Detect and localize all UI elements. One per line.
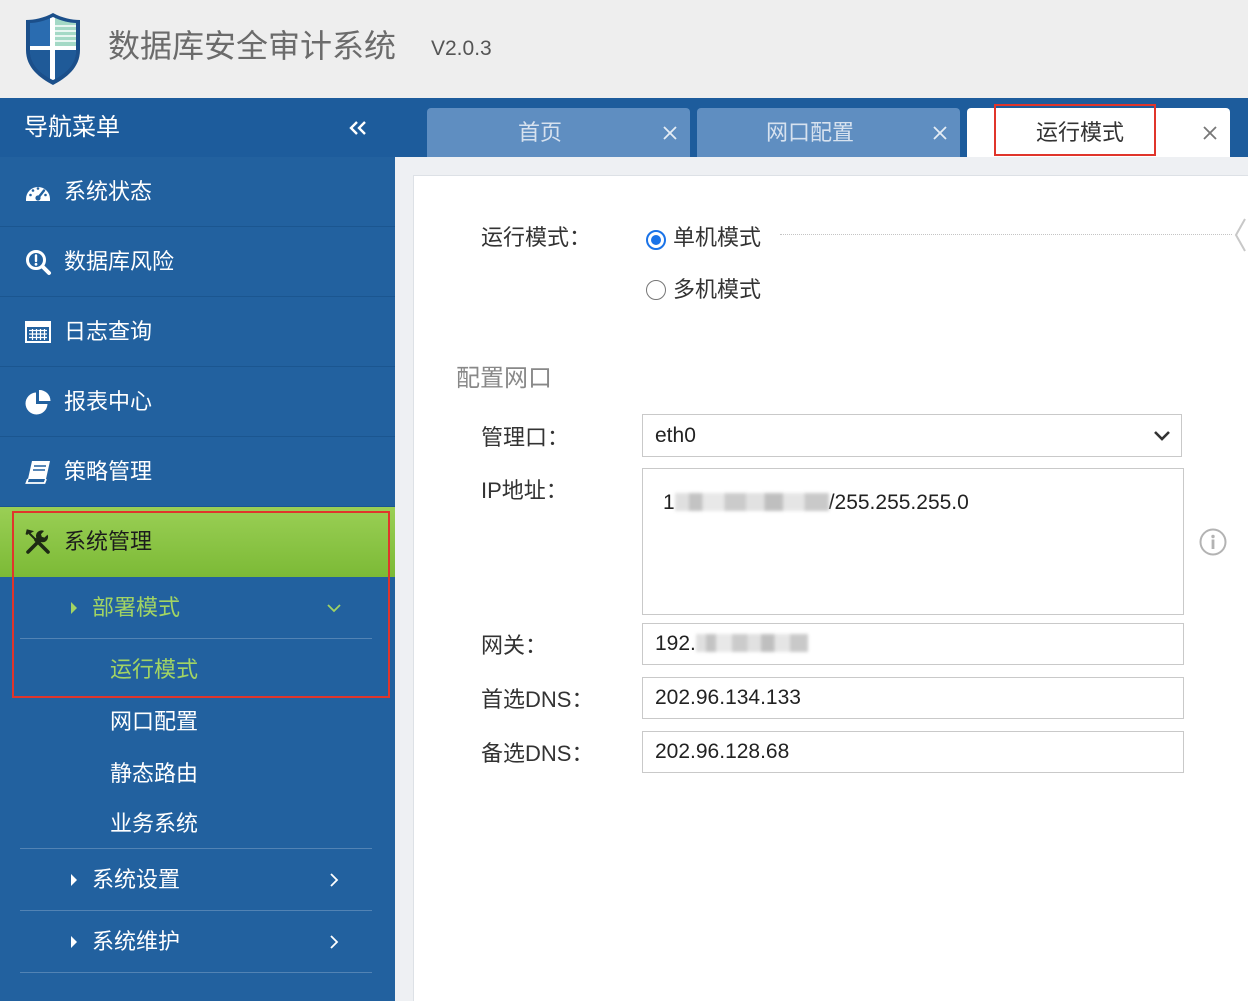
tab-bar: 首页 网口配置 运行模式: [395, 98, 1248, 157]
tools-icon: [24, 528, 52, 556]
menu-item-policy-management[interactable]: 策略管理: [0, 437, 395, 507]
gateway-label: 网关：: [481, 633, 548, 658]
app-title: 数据库安全审计系统: [108, 28, 397, 64]
gateway-value-start: 192.: [655, 632, 696, 655]
chevron-down-icon: [327, 603, 341, 612]
primary-dns-input[interactable]: 202.96.134.133: [642, 677, 1184, 719]
tab-run-mode[interactable]: 运行模式: [967, 108, 1230, 157]
caret-right-icon: [71, 873, 77, 886]
submenu-group-label: 部署模式: [92, 595, 181, 620]
ip-value-start: 1: [663, 491, 675, 514]
chevron-left-icon[interactable]: [1234, 218, 1246, 252]
main-area: 运行模式： 单机模式 多机模式 配置网口 管理口： eth0 IP地址： 1/2…: [395, 157, 1248, 1001]
submenu-item-static-route[interactable]: 静态路由: [0, 748, 395, 800]
chevron-right-icon: [330, 872, 339, 887]
menu-item-label: 日志查询: [64, 319, 153, 344]
chevron-down-icon: [1154, 431, 1170, 441]
submenu-group-label: 系统维护: [92, 929, 181, 954]
tab-label: 首页: [517, 120, 562, 145]
run-mode-label: 运行模式：: [481, 225, 592, 250]
menu-item-label: 报表中心: [64, 389, 153, 414]
sidebar-title: 导航菜单: [24, 114, 120, 141]
select-value: eth0: [655, 424, 696, 447]
menu-item-database-risk[interactable]: 数据库风险: [0, 227, 395, 297]
dashboard-icon: [24, 178, 52, 206]
submenu-group-deploy-mode[interactable]: 部署模式: [0, 577, 395, 638]
submenu-group-system-maintenance[interactable]: 系统维护: [0, 911, 395, 972]
caret-right-icon: [71, 601, 77, 614]
chevron-right-icon: [330, 934, 339, 949]
submenu-item-label: 网口配置: [110, 709, 199, 734]
primary-dns-label: 首选DNS：: [481, 687, 594, 712]
app-header: 数据库安全审计系统 V2.0.3: [0, 0, 1248, 98]
search-icon: [24, 248, 52, 276]
gateway-input[interactable]: 192.: [642, 623, 1184, 665]
main-menu: 系统状态 数据库风险 日志查询 报表中心 策略管理 系统管理: [0, 157, 395, 577]
divider: [20, 972, 372, 973]
tab-label: 运行模式: [1035, 120, 1124, 145]
pie-chart-icon: [24, 388, 52, 416]
content-panel: 运行模式： 单机模式 多机模式 配置网口 管理口： eth0 IP地址： 1/2…: [413, 175, 1248, 1001]
submenu-item-interface-config[interactable]: 网口配置: [0, 696, 395, 748]
submenu-item-run-mode[interactable]: 运行模式: [0, 644, 395, 696]
menu-item-report-center[interactable]: 报表中心: [0, 367, 395, 437]
caret-right-icon: [71, 935, 77, 948]
tab-label: 网口配置: [765, 120, 854, 145]
ip-address-textarea[interactable]: 1/255.255.255.0: [642, 468, 1184, 615]
app-version: V2.0.3: [431, 37, 492, 60]
sidebar: 导航菜单 系统状态 数据库风险 日志查询 报表中心 策略管理 系统管理 部署模式…: [0, 98, 395, 1001]
submenu-group-system-settings[interactable]: 系统设置: [0, 849, 395, 910]
submenu-item-business-system[interactable]: 业务系统: [0, 800, 395, 848]
ip-value-end: /255.255.255.0: [828, 491, 969, 514]
secondary-dns-input[interactable]: 202.96.128.68: [642, 731, 1184, 773]
menu-item-label: 策略管理: [64, 459, 153, 484]
tab-interface-config[interactable]: 网口配置: [697, 108, 960, 157]
section-title: 配置网口: [456, 365, 552, 392]
submenu-group-label: 系统设置: [92, 867, 181, 892]
close-icon[interactable]: [1202, 125, 1218, 141]
close-icon[interactable]: [932, 125, 948, 141]
secondary-dns-label: 备选DNS：: [481, 741, 594, 766]
tab-home[interactable]: 首页: [427, 108, 690, 157]
close-icon[interactable]: [662, 125, 678, 141]
mgmt-port-label: 管理口：: [481, 425, 570, 450]
submenu-item-label: 静态路由: [110, 761, 199, 786]
shield-logo-icon: [26, 13, 80, 85]
info-icon[interactable]: [1199, 528, 1227, 556]
redacted-block: [695, 633, 808, 652]
radio-label[interactable]: 单机模式: [673, 225, 761, 251]
divider: [780, 234, 1232, 235]
radio-standalone-mode[interactable]: [646, 230, 666, 250]
ip-address-label: IP地址：: [481, 478, 568, 503]
submenu-item-label: 运行模式: [110, 657, 199, 682]
menu-item-label: 系统状态: [64, 179, 153, 204]
book-icon: [24, 458, 52, 486]
submenu-item-label: 业务系统: [110, 811, 199, 836]
divider: [20, 638, 372, 639]
mgmt-port-select[interactable]: eth0: [642, 414, 1182, 457]
redacted-block: [674, 492, 829, 511]
double-chevron-left-icon[interactable]: [348, 120, 368, 136]
menu-item-system-status[interactable]: 系统状态: [0, 157, 395, 227]
radio-multi-mode[interactable]: [646, 280, 666, 300]
menu-item-system-management[interactable]: 系统管理: [0, 507, 395, 577]
sidebar-header: 导航菜单: [0, 98, 395, 157]
menu-item-label: 系统管理: [64, 529, 153, 554]
radio-label[interactable]: 多机模式: [673, 277, 761, 303]
table-icon: [24, 318, 52, 346]
menu-item-log-query[interactable]: 日志查询: [0, 297, 395, 367]
menu-item-label: 数据库风险: [64, 249, 175, 274]
